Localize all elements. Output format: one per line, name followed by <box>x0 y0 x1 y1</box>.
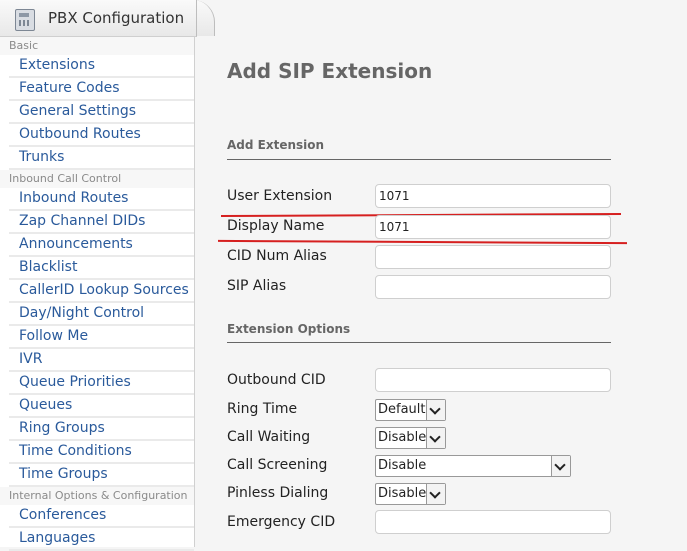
tab-title: PBX Configuration <box>48 9 185 27</box>
extension-options-divider <box>227 342 611 343</box>
sidebar-item-ring-groups[interactable]: Ring Groups <box>9 418 194 441</box>
emergency-cid-input[interactable] <box>375 510 611 534</box>
sidebar-item-time-groups[interactable]: Time Groups <box>9 464 194 487</box>
sidebar-item-feature-codes[interactable]: Feature Codes <box>9 78 194 101</box>
sidebar-item-languages[interactable]: Languages <box>9 528 194 551</box>
pbx-phone-icon <box>15 9 35 31</box>
sidebar: Basic Extensions Feature Codes General S… <box>0 37 195 551</box>
chevron-down-icon <box>426 428 445 448</box>
sidebar-item-inbound-routes[interactable]: Inbound Routes <box>9 188 194 211</box>
display-name-label: Display Name <box>227 218 325 234</box>
chevron-down-icon <box>426 400 445 420</box>
main-content: Add SIP Extension Add Extension User Ext… <box>196 37 687 547</box>
cid-num-alias-label: CID Num Alias <box>227 248 327 264</box>
page-title: Add SIP Extension <box>227 59 433 83</box>
sidebar-item-zap-channel-dids[interactable]: Zap Channel DIDs <box>9 211 194 234</box>
pinless-dialing-label: Pinless Dialing <box>227 485 329 501</box>
ring-time-value: Default <box>378 402 426 417</box>
display-name-input[interactable] <box>375 215 611 239</box>
sip-alias-label: SIP Alias <box>227 278 287 294</box>
sidebar-item-outbound-routes[interactable]: Outbound Routes <box>9 124 194 147</box>
call-waiting-value: Disable <box>378 430 427 445</box>
user-extension-input[interactable] <box>375 184 611 208</box>
outbound-cid-label: Outbound CID <box>227 372 326 388</box>
sidebar-section-basic: Basic <box>0 37 194 55</box>
emergency-cid-label: Emergency CID <box>227 514 336 530</box>
sidebar-item-follow-me[interactable]: Follow Me <box>9 326 194 349</box>
sidebar-item-trunks[interactable]: Trunks <box>9 147 194 170</box>
call-screening-select[interactable]: Disable <box>375 455 571 477</box>
tab-pbx-configuration[interactable]: PBX Configuration <box>0 0 197 37</box>
chevron-down-icon <box>426 484 445 504</box>
sidebar-item-blacklist[interactable]: Blacklist <box>9 257 194 280</box>
pinless-dialing-select[interactable]: Disable <box>375 483 446 505</box>
tab-bar: PBX Configuration <box>0 0 687 37</box>
add-extension-divider <box>227 159 611 160</box>
pinless-dialing-value: Disable <box>378 486 427 501</box>
call-waiting-label: Call Waiting <box>227 429 311 445</box>
add-extension-heading: Add Extension <box>227 138 325 152</box>
call-screening-value: Disable <box>378 458 427 473</box>
sidebar-item-ivr[interactable]: IVR <box>9 349 194 372</box>
highlight-line-bottom <box>217 239 628 245</box>
sip-alias-input[interactable] <box>375 275 611 299</box>
sidebar-item-day-night-control[interactable]: Day/Night Control <box>9 303 194 326</box>
sidebar-item-announcements[interactable]: Announcements <box>9 234 194 257</box>
ring-time-label: Ring Time <box>227 401 298 417</box>
sidebar-item-general-settings[interactable]: General Settings <box>9 101 194 124</box>
sidebar-item-queue-priorities[interactable]: Queue Priorities <box>9 372 194 395</box>
sidebar-item-queues[interactable]: Queues <box>9 395 194 418</box>
chevron-down-icon <box>551 456 570 476</box>
cid-num-alias-input[interactable] <box>375 245 611 269</box>
user-extension-label: User Extension <box>227 188 333 204</box>
call-waiting-select[interactable]: Disable <box>375 427 446 449</box>
sidebar-section-inbound-call-control: Inbound Call Control <box>0 170 194 188</box>
extension-options-heading: Extension Options <box>227 322 351 336</box>
sidebar-item-time-conditions[interactable]: Time Conditions <box>9 441 194 464</box>
ring-time-select[interactable]: Default <box>375 399 446 421</box>
sidebar-section-internal-options: Internal Options & Configuration <box>0 487 194 505</box>
sidebar-item-conferences[interactable]: Conferences <box>9 505 194 528</box>
sidebar-item-extensions[interactable]: Extensions <box>9 55 194 78</box>
outbound-cid-input[interactable] <box>375 368 611 392</box>
call-screening-label: Call Screening <box>227 457 328 473</box>
sidebar-item-callerid-lookup-sources[interactable]: CallerID Lookup Sources <box>9 280 194 303</box>
